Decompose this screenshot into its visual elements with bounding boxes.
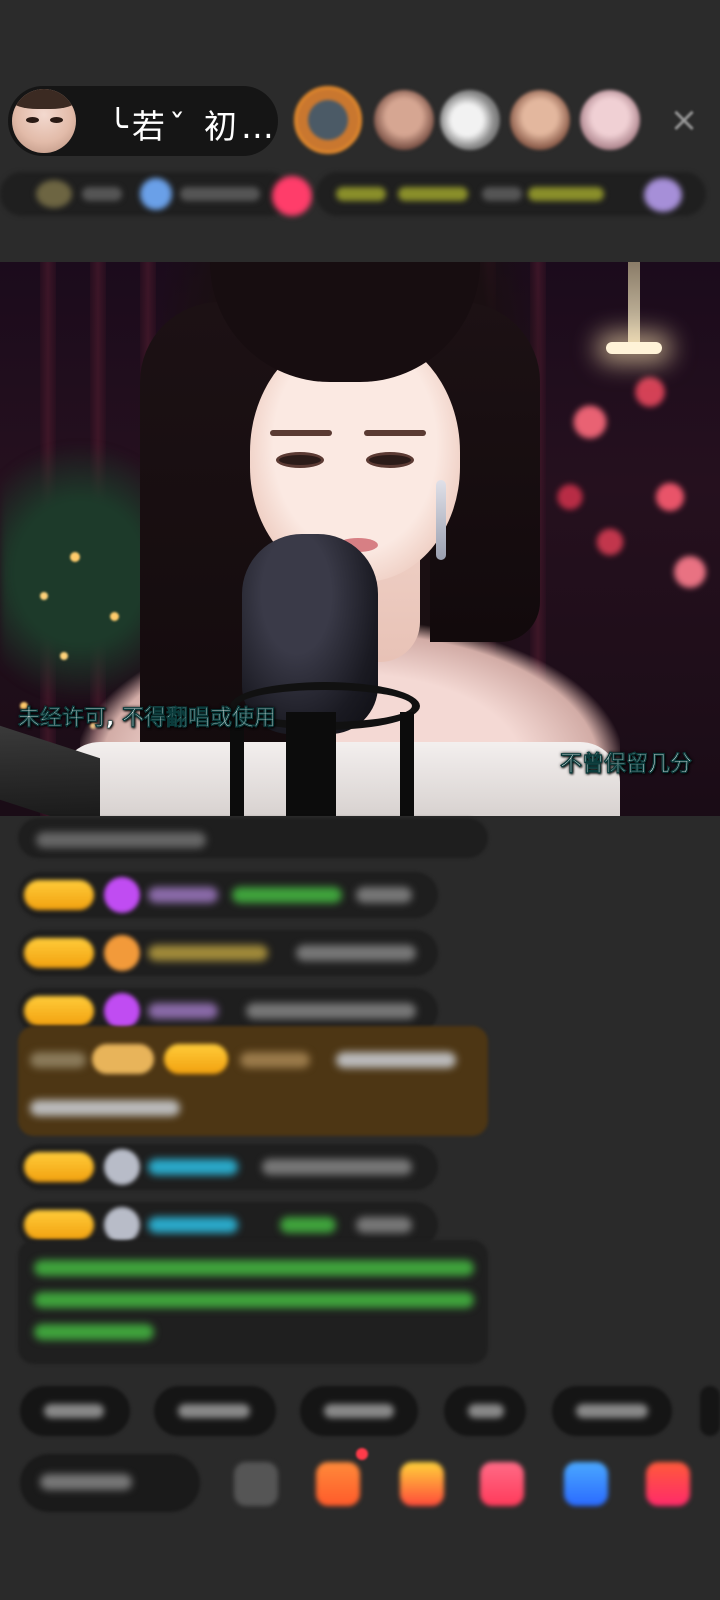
blurred-text [180, 187, 260, 201]
notice-text [34, 1324, 154, 1340]
chat-text [336, 1052, 456, 1068]
chat-username [240, 1052, 310, 1068]
chat-text [356, 1217, 412, 1233]
gift-icon[interactable] [400, 1462, 444, 1506]
quick-chip[interactable] [154, 1386, 276, 1436]
video-subtitle-notice: 未经许可, 不得翻唱或使用 [18, 706, 277, 732]
streamer-avatar[interactable] [12, 89, 76, 153]
more-icon[interactable] [646, 1462, 690, 1506]
notification-dot [356, 1448, 368, 1460]
eyebrow [270, 430, 332, 436]
badge-icon [104, 935, 140, 971]
streamer-name: ╰若ˇ 初… [108, 107, 278, 146]
bokeh-light [60, 652, 68, 660]
quick-chip[interactable] [552, 1386, 672, 1436]
notice-text [34, 1260, 474, 1276]
notice-text [34, 1292, 474, 1308]
white-dress [60, 742, 620, 816]
live-badge-icon [272, 176, 312, 216]
gem-icon [104, 993, 140, 1029]
fans-icon [140, 178, 172, 210]
avatar-eye [26, 117, 39, 123]
blurred-text [336, 187, 386, 201]
blurred-text [528, 187, 604, 201]
avatar-hair [12, 89, 76, 109]
blurred-text [82, 187, 122, 201]
quick-chip[interactable] [20, 1386, 130, 1436]
viewer-avatar-4[interactable] [510, 90, 570, 150]
share-icon[interactable] [316, 1462, 360, 1506]
game-icon[interactable] [480, 1462, 524, 1506]
chat-text [280, 1217, 336, 1233]
rank-icon [36, 180, 72, 208]
microphone-stand [286, 712, 336, 816]
live-video[interactable] [0, 262, 720, 816]
chat-username [148, 1003, 218, 1019]
highlight-message[interactable] [18, 1026, 488, 1136]
flowers-background [530, 332, 720, 632]
chat-input-placeholder [40, 1474, 132, 1490]
fan-badge [24, 938, 94, 968]
viewer-avatar-2[interactable] [374, 90, 434, 150]
chat-text [296, 945, 416, 961]
level-badge [92, 1044, 154, 1074]
viewer-avatar-5[interactable] [580, 90, 640, 150]
chat-username [148, 887, 218, 903]
fan-badge [24, 1152, 94, 1182]
bokeh-light [70, 552, 80, 562]
eye [276, 452, 324, 468]
badge-icon [104, 1149, 140, 1185]
bokeh-light [110, 612, 119, 621]
chat-text [246, 1003, 416, 1019]
chat-text [262, 1159, 412, 1175]
viewer-avatar-3[interactable] [440, 90, 500, 150]
fan-badge [24, 880, 94, 910]
microphone-leg [400, 712, 414, 816]
avatar-eye [50, 117, 63, 123]
quick-chip[interactable] [700, 1386, 720, 1436]
quick-chip[interactable] [444, 1386, 526, 1436]
streamer-info-pill[interactable]: ╰若ˇ 初… [8, 86, 278, 156]
chat-username [148, 945, 268, 961]
chat-text [356, 887, 412, 903]
chat-username [148, 1159, 238, 1175]
gem-icon [104, 877, 140, 913]
close-icon[interactable]: × [664, 100, 704, 140]
fan-badge [164, 1044, 228, 1074]
fan-badge [24, 1210, 94, 1240]
lamp-light [606, 342, 662, 354]
eyebrow [364, 430, 426, 436]
emoji-icon[interactable] [234, 1462, 278, 1506]
blurred-text [482, 187, 522, 201]
chat-icon[interactable] [564, 1462, 608, 1506]
eye [366, 452, 414, 468]
earring [436, 480, 446, 560]
chat-text [232, 887, 342, 903]
blurred-text [398, 187, 468, 201]
badge-icon [104, 1207, 140, 1243]
lamp-stem [628, 262, 640, 346]
viewer-avatar-1[interactable] [294, 86, 362, 154]
bokeh-light [40, 592, 48, 600]
chat-username [148, 1217, 238, 1233]
fan-badge [24, 996, 94, 1026]
quick-chip[interactable] [300, 1386, 418, 1436]
chat-text [36, 832, 206, 848]
chat-text [30, 1100, 180, 1116]
activity-icon [644, 178, 682, 212]
video-subtitle-lyric: 不曾保留几分 [560, 752, 693, 778]
chat-text [30, 1052, 86, 1068]
